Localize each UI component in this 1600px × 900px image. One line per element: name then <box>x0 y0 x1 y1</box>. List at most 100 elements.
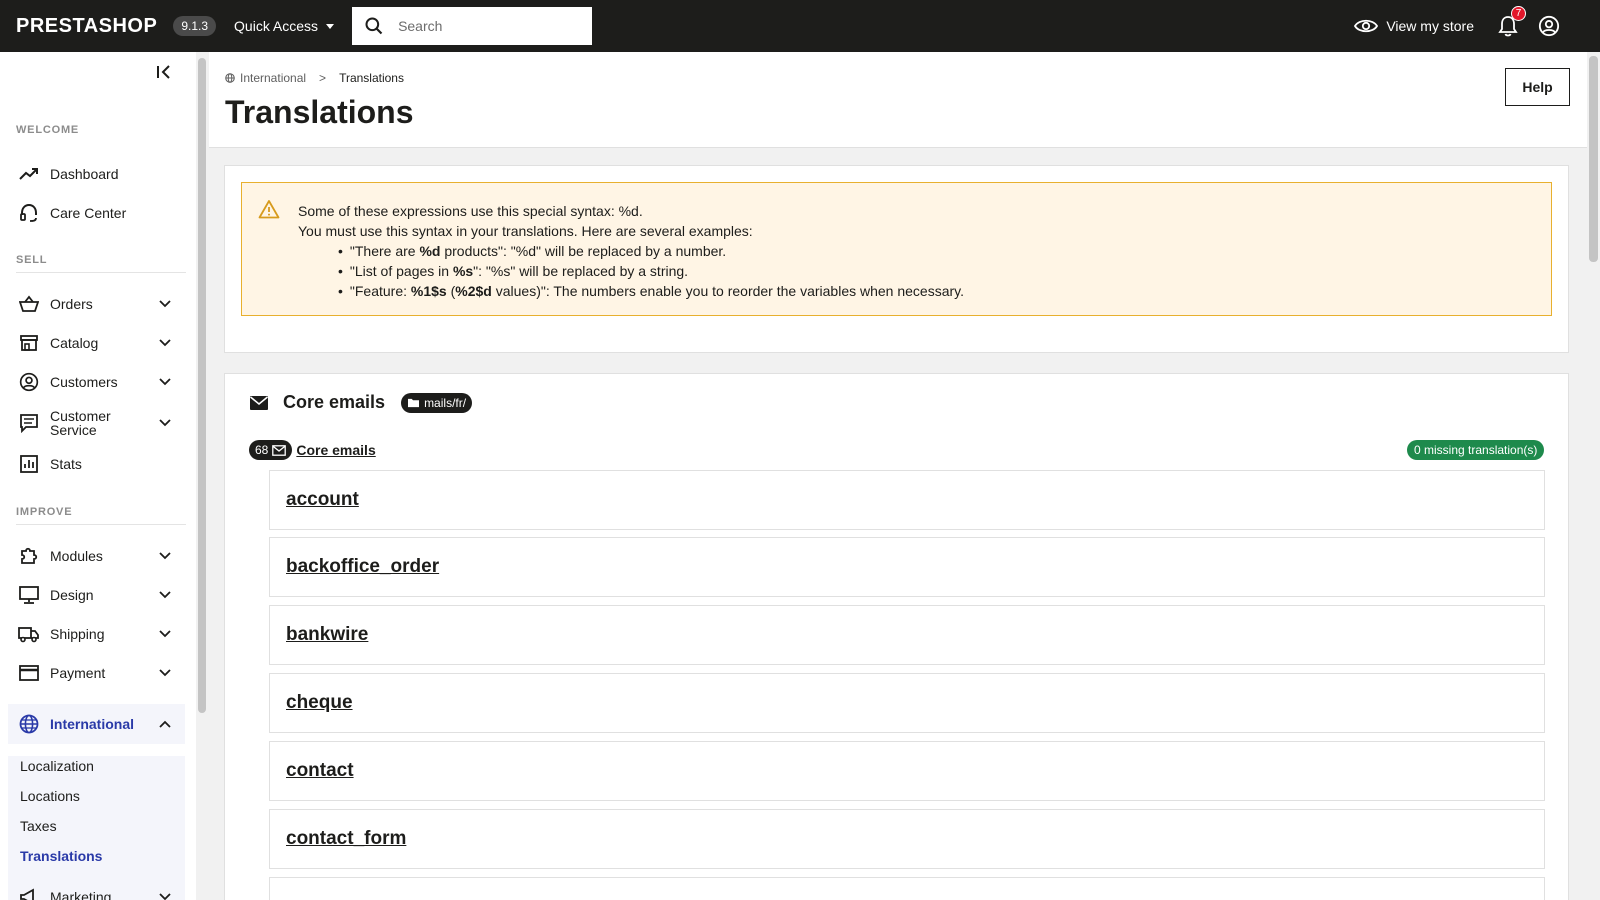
syntax-example: "Feature: %1$s (%2$d values)": The numbe… <box>338 281 964 301</box>
sidebar-item-payment[interactable]: Payment <box>8 655 185 691</box>
collapse-sidebar-button[interactable] <box>156 64 174 85</box>
version-badge: 9.1.3 <box>173 16 217 36</box>
sidebar-scrollbar[interactable] <box>196 52 208 900</box>
email-folder-item[interactable]: backoffice_order <box>269 537 1545 597</box>
sidebar-item-customer-service[interactable]: Customer Service <box>8 403 185 443</box>
card-title: Core emails <box>283 392 386 412</box>
section-improve: IMPROVE <box>16 506 73 518</box>
email-folder-item[interactable] <box>269 877 1545 900</box>
sidebar-item-international[interactable]: International <box>8 704 185 744</box>
email-count-badge: 68 <box>249 440 293 460</box>
chevron-down-icon <box>159 893 173 900</box>
section-divider <box>16 272 186 273</box>
section-sell: SELL <box>16 254 48 266</box>
syntax-info-card: Some of these expressions use this speci… <box>224 165 1569 353</box>
alert-line-1: Some of these expressions use this speci… <box>298 203 643 219</box>
missing-translations-badge: 0 missing translation(s) <box>1407 440 1545 460</box>
sidebar-item-label: Modules <box>50 548 103 564</box>
envelope-icon <box>249 395 269 410</box>
email-folder-item[interactable]: account <box>269 470 1545 530</box>
sidebar-item-care-center[interactable]: Care Center <box>8 195 185 231</box>
warning-alert: Some of these expressions use this speci… <box>241 182 1552 316</box>
email-folder-link[interactable]: contact <box>286 760 354 782</box>
section-divider <box>16 524 186 525</box>
chevron-down-icon <box>159 378 173 386</box>
notification-count-badge: 7 <box>1511 6 1526 21</box>
quick-access-dropdown[interactable]: Quick Access <box>234 18 335 34</box>
truck-icon <box>18 623 40 645</box>
sidebar-item-catalog[interactable]: Catalog <box>8 325 185 361</box>
sidebar-item-stats[interactable]: Stats <box>8 446 185 482</box>
user-account-button[interactable] <box>1538 15 1560 37</box>
email-folder-link[interactable]: cheque <box>286 692 353 714</box>
sidebar-item-orders[interactable]: Orders <box>8 286 185 322</box>
sidebar-item-label: Design <box>50 587 94 603</box>
chevron-down-icon <box>159 591 173 599</box>
main-scrollbar[interactable] <box>1587 52 1600 900</box>
core-emails-link[interactable]: Core emails <box>296 442 375 458</box>
user-circle-icon <box>18 371 40 393</box>
email-folder-link[interactable]: bankwire <box>286 624 368 646</box>
search-icon <box>365 17 383 35</box>
email-folder-link[interactable]: backoffice_order <box>286 556 439 578</box>
megaphone-icon <box>18 886 40 900</box>
notifications-button[interactable]: 7 <box>1498 6 1526 37</box>
warning-icon <box>258 200 280 219</box>
sidebar-item-shipping[interactable]: Shipping <box>8 616 185 652</box>
syntax-example: "List of pages in %s": "%s" will be repl… <box>338 261 964 281</box>
email-folder-link[interactable]: contact_form <box>286 828 406 850</box>
monitor-icon <box>18 584 40 606</box>
sidebar-item-design[interactable]: Design <box>8 577 185 613</box>
globe-icon <box>225 73 235 83</box>
breadcrumb: International > Translations <box>225 71 404 85</box>
email-folder-item[interactable]: contact <box>269 741 1545 801</box>
top-bar: PRESTASHOP 9.1.3 Quick Access View my st… <box>0 0 1600 52</box>
email-group-row: 68 Core emails <box>249 440 376 460</box>
main-scrollbar-thumb[interactable] <box>1589 56 1598 262</box>
collapse-left-icon <box>157 65 170 79</box>
sidebar-item-dashboard[interactable]: Dashboard <box>8 156 185 192</box>
email-folder-item[interactable]: cheque <box>269 673 1545 733</box>
sidebar-item-label: Care Center <box>50 205 127 221</box>
credit-card-icon <box>18 662 40 684</box>
breadcrumb-international[interactable]: International <box>240 71 306 85</box>
sidebar-scrollbar-thumb[interactable] <box>198 58 206 713</box>
submenu-item-taxes[interactable]: Taxes <box>20 818 57 834</box>
sidebar-item-modules[interactable]: Modules <box>8 538 185 574</box>
sidebar-item-label: Stats <box>50 456 82 472</box>
basket-icon <box>18 293 40 315</box>
search-box[interactable] <box>352 7 593 45</box>
syntax-example: "There are %d products": "%d" will be re… <box>338 241 964 261</box>
folder-icon <box>408 398 420 408</box>
search-input[interactable] <box>398 18 569 34</box>
page-header: International > Translations Translation… <box>209 52 1587 148</box>
sidebar-item-customers[interactable]: Customers <box>8 364 185 400</box>
sidebar: WELCOME Dashboard Care Center SELL Order… <box>0 52 196 900</box>
sidebar-item-marketing[interactable]: Marketing <box>8 879 185 900</box>
email-folder-link[interactable]: account <box>286 489 359 511</box>
quick-access-label: Quick Access <box>234 18 319 34</box>
submenu-item-locations[interactable]: Locations <box>20 788 80 804</box>
alert-text: Some of these expressions use this speci… <box>298 201 964 301</box>
globe-icon <box>18 713 40 735</box>
prestashop-logo[interactable]: PRESTASHOP <box>16 15 157 38</box>
sidebar-item-label: Customers <box>50 374 118 390</box>
sidebar-item-label: Payment <box>50 665 106 681</box>
sidebar-item-label: Catalog <box>50 335 99 351</box>
store-icon <box>18 332 40 354</box>
email-count: 68 <box>255 443 269 457</box>
view-my-store-link[interactable]: View my store <box>1354 17 1474 35</box>
chevron-up-icon <box>159 720 173 728</box>
sidebar-item-label: Customer Service <box>50 409 159 437</box>
breadcrumb-separator: > <box>319 71 327 85</box>
path-label: mails/fr/ <box>424 395 467 410</box>
email-folder-item[interactable]: bankwire <box>269 605 1545 665</box>
puzzle-icon <box>18 545 40 567</box>
trending-up-icon <box>18 163 40 185</box>
help-button[interactable]: Help <box>1505 68 1570 106</box>
submenu-item-translations[interactable]: Translations <box>20 848 102 864</box>
email-folder-item[interactable]: contact_form <box>269 809 1545 869</box>
breadcrumb-translations: Translations <box>339 71 404 85</box>
submenu-item-localization[interactable]: Localization <box>20 758 94 774</box>
chevron-down-icon <box>159 419 173 427</box>
